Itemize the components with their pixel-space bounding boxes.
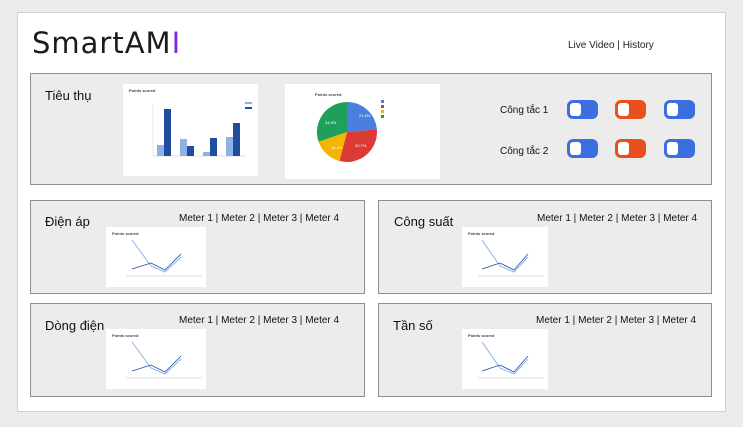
consumption-pie-chart[interactable]: Points scored 21.8% 32.7% 16.4% 34.5% — [285, 84, 440, 179]
current-panel: Dòng điện Meter 1 | Meter 2 | Meter 3 | … — [30, 303, 365, 397]
consumption-bar-chart[interactable]: Points scored — [123, 84, 258, 176]
bar — [210, 138, 217, 156]
meter-1-tab[interactable]: Meter 1 — [179, 213, 213, 224]
meter-4-tab[interactable]: Meter 4 — [662, 315, 696, 326]
switch-2-toggle-2[interactable] — [615, 139, 646, 158]
bar — [187, 146, 194, 156]
power-meter-tabs: Meter 1 | Meter 2 | Meter 3 | Meter 4 — [537, 213, 698, 224]
meter-2-tab[interactable]: Meter 2 — [221, 213, 255, 224]
voltage-chart-title: Points scored — [112, 231, 139, 236]
current-line-chart[interactable]: Points scored — [106, 329, 206, 389]
series-line — [131, 239, 182, 273]
top-nav: Live Video | History — [568, 40, 654, 51]
bar — [180, 139, 187, 156]
voltage-chart-svg — [126, 239, 202, 277]
meter-4-tab[interactable]: Meter 4 — [305, 315, 339, 326]
pie-slice-label: 34.5% — [325, 120, 337, 125]
pie-slice-label: 16.4% — [331, 145, 343, 150]
bar — [233, 123, 240, 156]
pie-chart-title: Points scored — [315, 92, 342, 97]
frequency-title: Tần số — [393, 318, 433, 333]
series-line — [131, 341, 182, 375]
series-line — [481, 341, 529, 375]
bar — [157, 145, 164, 156]
frequency-line-chart[interactable]: Points scored — [462, 329, 548, 389]
voltage-panel: Điện áp Meter 1 | Meter 2 | Meter 3 | Me… — [30, 200, 365, 294]
bar — [203, 152, 210, 156]
meter-4-tab[interactable]: Meter 4 — [663, 213, 697, 224]
meter-2-tab[interactable]: Meter 2 — [579, 213, 613, 224]
pie-slice-label: 32.7% — [355, 143, 367, 148]
live-video-link[interactable]: Live Video — [568, 40, 615, 51]
meter-3-tab[interactable]: Meter 3 — [621, 213, 655, 224]
bar — [226, 137, 233, 156]
current-meter-tabs: Meter 1 | Meter 2 | Meter 3 | Meter 4 — [179, 315, 340, 326]
meter-4-tab[interactable]: Meter 4 — [305, 213, 339, 224]
meter-2-tab[interactable]: Meter 2 — [221, 315, 255, 326]
series-line — [131, 253, 182, 271]
meter-1-tab[interactable]: Meter 1 — [536, 315, 570, 326]
power-panel: Công suất Meter 1 | Meter 2 | Meter 3 | … — [378, 200, 712, 294]
bar — [164, 109, 171, 156]
pie-chart-svg: 21.8% 32.7% 16.4% 34.5% — [316, 100, 384, 162]
voltage-line-chart[interactable]: Points scored — [106, 227, 206, 287]
consumption-title: Tiêu thụ — [45, 88, 92, 103]
nav-separator: | — [614, 40, 623, 51]
series-line — [481, 239, 529, 273]
frequency-meter-tabs: Meter 1 | Meter 2 | Meter 3 | Meter 4 — [536, 315, 697, 326]
switch-2-label: Công tắc 2 — [500, 146, 549, 157]
consumption-panel: Tiêu thụ Points scored Points scored 21.… — [30, 73, 712, 185]
history-link[interactable]: History — [623, 40, 654, 51]
current-chart-svg — [126, 341, 202, 379]
meter-3-tab[interactable]: Meter 3 — [620, 315, 654, 326]
frequency-chart-title: Points scored — [468, 333, 495, 338]
bar-chart-svg — [152, 102, 252, 157]
switch-2-toggle-1[interactable] — [567, 139, 598, 158]
frequency-panel: Tần số Meter 1 | Meter 2 | Meter 3 | Met… — [378, 303, 712, 397]
power-chart-title: Points scored — [468, 231, 495, 236]
power-chart-svg — [478, 239, 544, 277]
series-line — [131, 355, 182, 373]
switch-1-toggle-1[interactable] — [567, 100, 598, 119]
switch-1-toggle-2[interactable] — [615, 100, 646, 119]
power-line-chart[interactable]: Points scored — [462, 227, 548, 287]
bar-chart-title: Points scored — [129, 88, 156, 93]
meter-3-tab[interactable]: Meter 3 — [263, 213, 297, 224]
current-title: Dòng điện — [45, 318, 105, 333]
smartami-logo: SmartAMI — [32, 26, 182, 60]
voltage-meter-tabs: Meter 1 | Meter 2 | Meter 3 | Meter 4 — [179, 213, 340, 224]
current-chart-title: Points scored — [112, 333, 139, 338]
frequency-chart-svg — [478, 341, 544, 379]
switch-1-toggle-3[interactable] — [664, 100, 695, 119]
meter-3-tab[interactable]: Meter 3 — [263, 315, 297, 326]
switch-2-toggle-3[interactable] — [664, 139, 695, 158]
pie-slice-label: 21.8% — [359, 113, 371, 118]
meter-1-tab[interactable]: Meter 1 — [179, 315, 213, 326]
meter-2-tab[interactable]: Meter 2 — [578, 315, 612, 326]
meter-1-tab[interactable]: Meter 1 — [537, 213, 571, 224]
switch-1-label: Công tắc 1 — [500, 105, 549, 116]
voltage-title: Điện áp — [45, 214, 90, 229]
power-title: Công suất — [394, 214, 454, 229]
